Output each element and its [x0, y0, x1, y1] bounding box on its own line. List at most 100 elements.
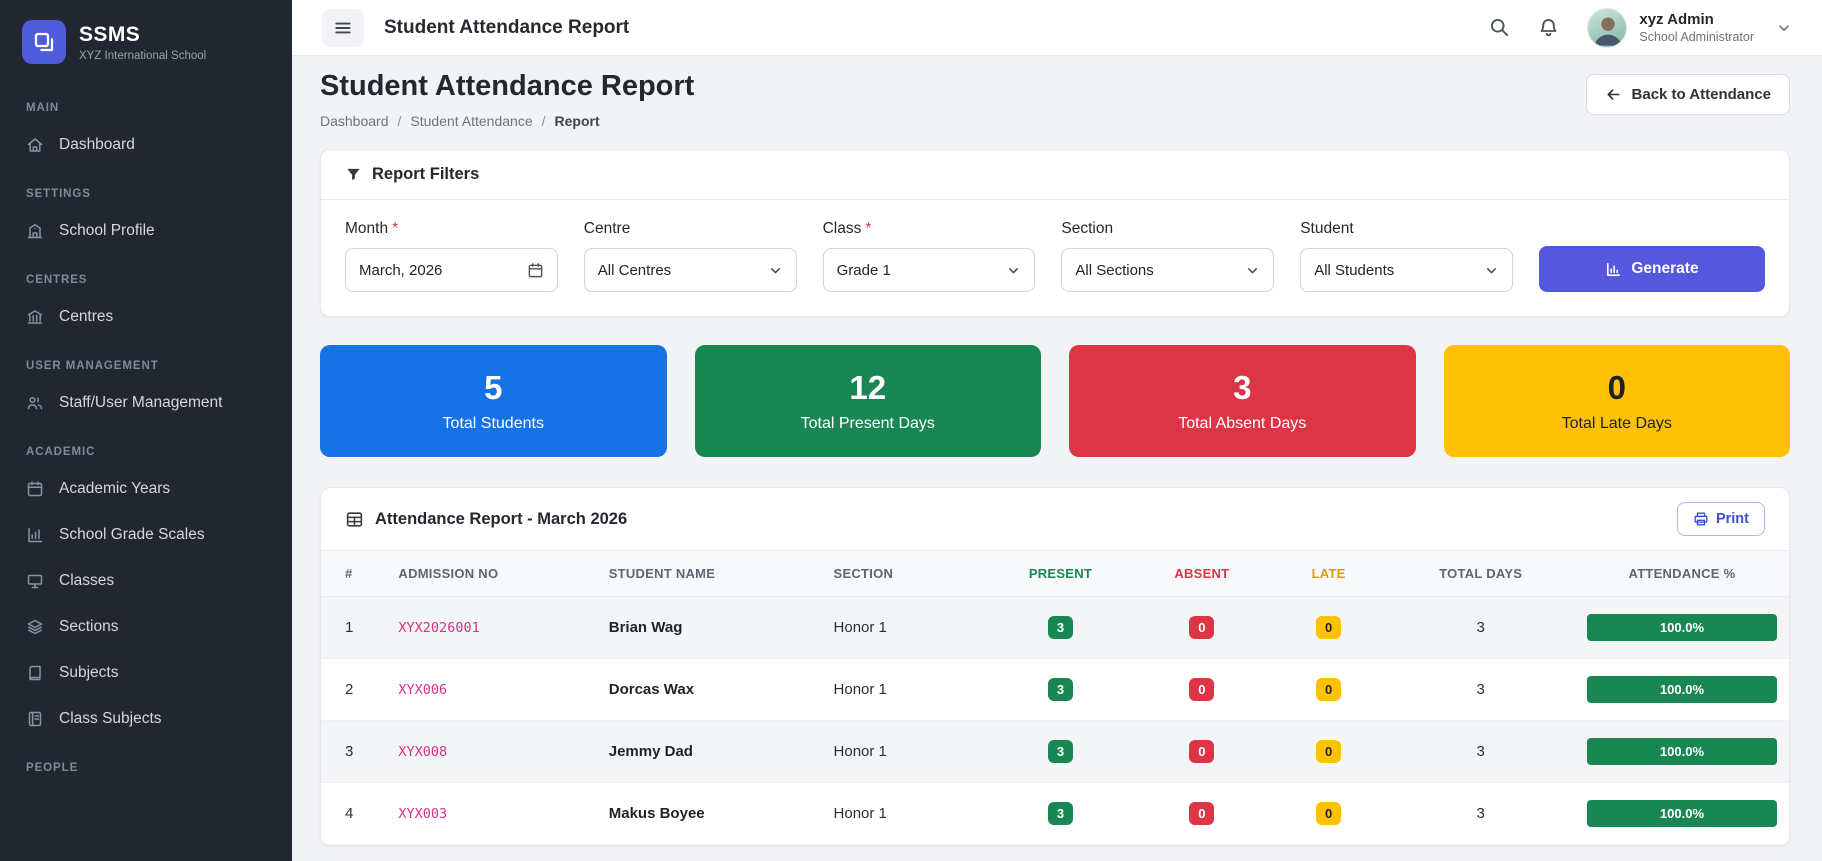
row-number: 4 — [321, 782, 387, 845]
bell-icon — [1538, 17, 1559, 38]
section-select[interactable]: All Sections — [1061, 248, 1275, 292]
section-cell: Honor 1 — [821, 658, 988, 721]
row-number: 1 — [321, 596, 387, 659]
stat-total-late-days: 0 Total Late Days — [1443, 345, 1790, 457]
student-select[interactable]: All Students — [1300, 248, 1513, 292]
school-building-icon — [26, 222, 44, 240]
class-field: Class Grade 1 — [822, 220, 1036, 292]
app-logo-icon — [22, 20, 66, 64]
print-button-label: Print — [1715, 511, 1749, 527]
sidebar-item-class-subjects[interactable]: Class Subjects — [0, 696, 292, 742]
month-label: Month — [345, 220, 558, 238]
sidebar-item-dashboard[interactable]: Dashboard — [0, 122, 292, 168]
user-menu[interactable]: xyz Admin School Administrator — [1587, 7, 1792, 48]
generate-button-label: Generate — [1631, 260, 1699, 277]
arrow-left-icon — [1605, 86, 1622, 103]
admission-no-link[interactable]: XYX008 — [398, 744, 447, 760]
generate-button[interactable]: Generate — [1538, 246, 1765, 292]
header-late: LATE — [1270, 550, 1387, 597]
nav-item-label: Academic Years — [59, 480, 171, 497]
report-title: Attendance Report - March 2026 — [375, 509, 628, 528]
absent-badge: 0 — [1189, 678, 1215, 701]
nav-item-label: Classes — [59, 572, 115, 589]
sidebar-item-sections[interactable]: Sections — [0, 604, 292, 650]
brand-title: SSMS — [79, 22, 141, 46]
stat-total-students: 5 Total Students — [320, 345, 667, 457]
sidebar-item-classes[interactable]: Classes — [0, 558, 292, 604]
breadcrumb-student-attendance[interactable]: Student Attendance — [410, 113, 532, 129]
admission-no-link[interactable]: XYX003 — [398, 806, 447, 822]
nav-item-label: School Grade Scales — [59, 526, 205, 543]
attendance-percent-bar: 100.0% — [1586, 676, 1777, 703]
table-row: 2 XYX006 Dorcas Wax Honor 1 3 0 0 3 100.… — [321, 658, 1789, 721]
table-icon — [345, 510, 364, 529]
table-header-row: # ADMISSION NO STUDENT NAME SECTION PRES… — [321, 550, 1789, 597]
month-value: March, 2026 — [359, 261, 443, 279]
present-badge: 3 — [1047, 740, 1074, 763]
table-row: 4 XYX003 Makus Boyee Honor 1 3 0 0 3 100… — [321, 782, 1789, 845]
month-field: Month March, 2026 — [345, 220, 558, 292]
present-badge: 3 — [1047, 678, 1074, 701]
present-badge: 3 — [1047, 616, 1074, 639]
notifications-button[interactable] — [1538, 17, 1559, 38]
breadcrumb-separator — [542, 113, 546, 129]
users-icon — [26, 394, 44, 412]
stat-label: Total Present Days — [800, 415, 935, 432]
header-admission-no: ADMISSION NO — [386, 550, 597, 597]
table-body: 1 XYX2026001 Brian Wag Honor 1 3 0 0 3 1… — [321, 596, 1789, 845]
sidebar-item-academic-years[interactable]: Academic Years — [0, 466, 292, 512]
nav-item-label: Subjects — [59, 664, 119, 681]
user-info: xyz Admin School Administrator — [1639, 11, 1754, 44]
nav-section-people: PEOPLE — [26, 762, 79, 774]
attendance-percent-bar: 100.0% — [1586, 738, 1777, 765]
bar-chart-icon — [26, 526, 44, 544]
stat-value: 5 — [484, 369, 503, 406]
page-heading-block: Student Attendance Report Dashboard Stud… — [320, 70, 694, 129]
page-content: Student Attendance Report Dashboard Stud… — [292, 56, 1822, 861]
late-badge: 0 — [1315, 616, 1342, 639]
header-attendance-pct: ATTENDANCE % — [1574, 550, 1789, 597]
table-row: 1 XYX2026001 Brian Wag Honor 1 3 0 0 3 1… — [321, 596, 1789, 659]
student-name-cell: Jemmy Dad — [596, 720, 822, 783]
report-filters-card: Report Filters Month March, 2026 Centre … — [320, 149, 1790, 317]
absent-badge: 0 — [1189, 616, 1215, 639]
brand[interactable]: SSMS XYZ International School — [0, 0, 292, 82]
student-name-cell: Dorcas Wax — [596, 658, 822, 721]
centre-select[interactable]: All Centres — [583, 248, 797, 292]
total-days-cell: 3 — [1386, 658, 1575, 721]
attendance-report-card: Attendance Report - March 2026 Print # A… — [320, 487, 1790, 846]
admission-no-link[interactable]: XYX2026001 — [398, 620, 479, 636]
header-total-days: TOTAL DAYS — [1386, 550, 1575, 597]
home-icon — [26, 136, 44, 154]
section-label: Section — [1061, 220, 1114, 237]
admission-no-link[interactable]: XYX006 — [398, 682, 447, 698]
user-avatar — [1587, 7, 1628, 48]
sidebar-item-subjects[interactable]: Subjects — [0, 650, 292, 696]
stat-label: Total Students — [442, 415, 544, 432]
brand-subtitle: XYZ International School — [79, 49, 207, 62]
student-name-cell: Makus Boyee — [596, 782, 822, 845]
sidebar-item-centres[interactable]: Centres — [0, 294, 292, 340]
print-button[interactable]: Print — [1676, 502, 1765, 536]
class-select[interactable]: Grade 1 — [822, 248, 1036, 292]
sidebar-item-school-grade-scales[interactable]: School Grade Scales — [0, 512, 292, 558]
breadcrumb-dashboard[interactable]: Dashboard — [320, 113, 389, 129]
nav-section-user-management: USER MANAGEMENT — [26, 360, 159, 372]
back-to-attendance-button[interactable]: Back to Attendance — [1585, 74, 1790, 115]
nav-section-centres: CENTRES — [26, 274, 88, 286]
search-button[interactable] — [1489, 17, 1510, 38]
chevron-down-icon — [1484, 263, 1499, 278]
student-name-cell: Brian Wag — [596, 596, 822, 659]
month-input[interactable]: March, 2026 — [345, 248, 558, 292]
sidebar-item-staff-user-management[interactable]: Staff/User Management — [0, 380, 292, 426]
report-card-header: Attendance Report - March 2026 Print — [321, 488, 1789, 550]
bank-icon — [26, 308, 44, 326]
filters-card-header: Report Filters — [321, 150, 1789, 200]
header-section: SECTION — [821, 550, 988, 597]
sidebar-item-school-profile[interactable]: School Profile — [0, 208, 292, 254]
topbar-title: Student Attendance Report — [384, 16, 630, 38]
sidebar-toggle-button[interactable] — [322, 8, 364, 47]
nav-item-label: Sections — [59, 618, 119, 635]
journal-icon — [26, 710, 44, 728]
centre-field: Centre All Centres — [583, 220, 797, 292]
